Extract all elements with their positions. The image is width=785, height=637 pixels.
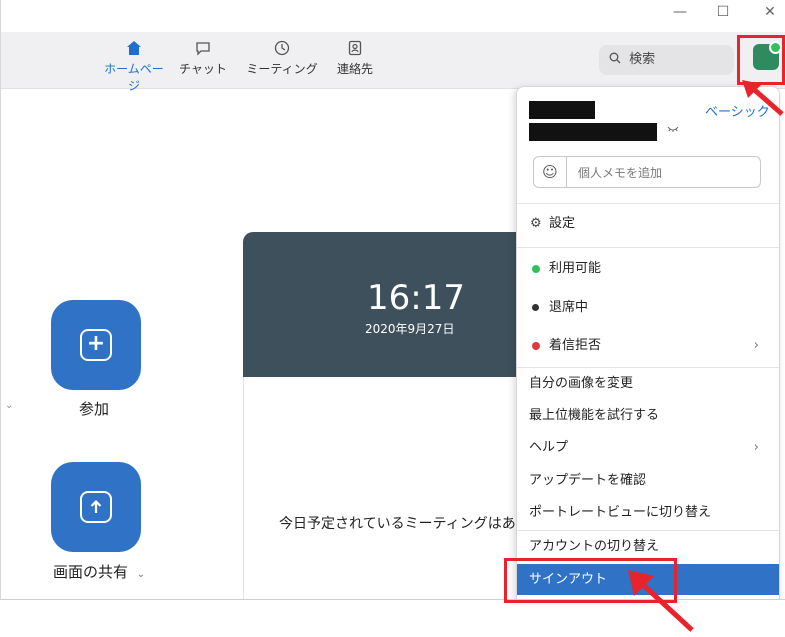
pointer-arrow-icon [628, 570, 694, 632]
tab-meetings-label: ミーティング [246, 62, 318, 76]
chat-icon [173, 40, 233, 60]
menu-item-away[interactable]: 退席中 [517, 293, 779, 323]
search-placeholder: 検索 [629, 52, 656, 67]
menu-item-help[interactable]: ヘルプ › [517, 433, 779, 463]
available-status-icon [532, 265, 540, 273]
minimize-button[interactable]: — [668, 4, 692, 20]
contacts-icon [331, 40, 379, 60]
tab-contacts-label: 連絡先 [336, 62, 373, 76]
share-screen-button[interactable] [51, 462, 141, 552]
divider [517, 530, 779, 531]
smiley-icon[interactable]: ☺ [534, 157, 567, 187]
pointer-arrow-icon [742, 80, 784, 116]
divider [517, 203, 779, 204]
meetings-panel [243, 377, 543, 599]
away-status-icon [532, 304, 539, 311]
tab-meetings[interactable]: ミーティング [243, 40, 321, 77]
clock-icon [243, 40, 321, 60]
menu-item-dnd-label: 着信拒否 [549, 338, 602, 353]
eye-closed-icon[interactable] [667, 125, 679, 136]
tab-chat[interactable]: チャット [173, 40, 233, 77]
menu-item-settings-label: 設定 [549, 216, 576, 231]
dnd-status-icon [532, 342, 540, 350]
tab-chat-label: チャット [179, 62, 227, 76]
search-box[interactable]: 検索 [599, 45, 734, 75]
menu-item-away-label: 退席中 [549, 300, 589, 315]
redacted-email [529, 123, 657, 141]
zoom-window: — ☐ ✕ ホームページ チャット ミーティング 連絡先 検索 + 参加 ⌄ 画… [0, 0, 785, 600]
home-icon [99, 40, 169, 60]
redacted-name [529, 101, 595, 119]
menu-item-settings[interactable]: ⚙ 設定 [517, 209, 779, 239]
share-screen-text: 画面の共有 [53, 563, 129, 581]
menu-item-change-picture[interactable]: 自分の画像を変更 [517, 369, 779, 399]
profile-menu: ベーシック ☺ 個人メモを追加 ⚙ 設定 利用可能 退席中 着信拒否 › 自分の… [516, 86, 780, 599]
title-bar: — ☐ ✕ [1, 0, 785, 32]
current-time: 16:17 [367, 278, 465, 318]
maximize-button[interactable]: ☐ [711, 4, 735, 20]
divider [517, 247, 779, 248]
menu-item-portrait-view-label: ポートレートビューに切り替え [529, 505, 712, 520]
tab-home-label: ホームページ [104, 62, 164, 93]
current-date: 2020年9月27日 [365, 322, 455, 336]
chevron-down-icon[interactable]: ⌄ [5, 400, 13, 411]
menu-item-available-label: 利用可能 [549, 261, 602, 276]
chevron-right-icon: › [753, 338, 759, 353]
search-icon [609, 52, 625, 67]
upload-arrow-icon [80, 491, 112, 523]
menu-item-help-label: ヘルプ [529, 440, 569, 455]
personal-note-placeholder: 個人メモを追加 [578, 166, 663, 180]
menu-item-portrait-view[interactable]: ポートレートビューに切り替え [517, 498, 779, 528]
chevron-down-icon[interactable]: ⌄ [137, 569, 145, 580]
close-button[interactable]: ✕ [758, 4, 782, 20]
top-toolbar: ホームページ チャット ミーティング 連絡先 検索 [1, 32, 785, 93]
menu-item-do-not-disturb[interactable]: 着信拒否 › [517, 331, 779, 361]
share-screen-label: 画面の共有 ⌄ [53, 561, 145, 582]
chevron-right-icon: › [753, 440, 759, 455]
gear-icon: ⚙ [530, 216, 542, 231]
plus-icon: + [80, 329, 112, 361]
divider [517, 367, 779, 368]
menu-item-try-top-features[interactable]: 最上位機能を試行する [517, 401, 779, 431]
menu-item-try-top-features-label: 最上位機能を試行する [529, 408, 660, 423]
tab-home[interactable]: ホームページ [99, 40, 169, 94]
menu-item-check-updates-label: アップデートを確認 [529, 473, 647, 488]
tab-contacts[interactable]: 連絡先 [331, 40, 379, 77]
join-button[interactable]: + [51, 300, 141, 390]
join-label: 参加 [79, 400, 110, 418]
menu-item-check-updates[interactable]: アップデートを確認 [517, 466, 779, 496]
menu-item-available[interactable]: 利用可能 [517, 254, 779, 284]
menu-item-change-picture-label: 自分の画像を変更 [529, 376, 634, 391]
personal-note-field[interactable]: ☺ 個人メモを追加 [533, 156, 761, 188]
